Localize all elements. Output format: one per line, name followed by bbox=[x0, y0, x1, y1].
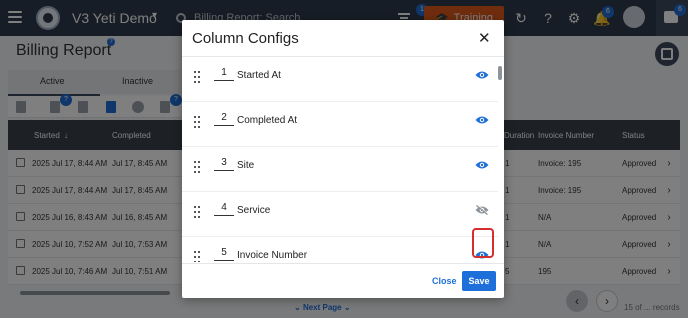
close-icon[interactable]: ✕ bbox=[478, 29, 491, 47]
column-name: Invoice Number bbox=[237, 250, 308, 261]
column-name: Site bbox=[237, 160, 255, 171]
column-list: 1 Started At 2 Completed At 3 Site 4 Ser… bbox=[182, 57, 498, 262]
column-item-completed-at[interactable]: 2 Completed At bbox=[182, 102, 498, 147]
column-order-input[interactable]: 4 bbox=[214, 202, 234, 216]
save-button[interactable]: Save bbox=[462, 271, 496, 291]
scrollbar-thumb[interactable] bbox=[498, 66, 502, 80]
column-item-invoice-number[interactable]: 5 Invoice Number bbox=[182, 237, 498, 262]
highlight-box bbox=[472, 228, 494, 258]
column-name: Service bbox=[237, 205, 271, 216]
drag-handle-icon[interactable] bbox=[194, 116, 200, 128]
column-order-input[interactable]: 3 bbox=[214, 157, 234, 171]
drag-handle-icon[interactable] bbox=[194, 161, 200, 173]
column-order-input[interactable]: 2 bbox=[214, 112, 234, 126]
eye-icon[interactable] bbox=[475, 70, 489, 80]
column-configs-dialog: Column Configs ✕ 1 Started At 2 Complete… bbox=[182, 20, 504, 298]
vertical-scrollbar[interactable] bbox=[498, 60, 502, 260]
column-item-started-at[interactable]: 1 Started At bbox=[182, 57, 498, 102]
drag-handle-icon[interactable] bbox=[194, 251, 200, 262]
drag-handle-icon[interactable] bbox=[194, 71, 200, 83]
column-order-input[interactable]: 5 bbox=[214, 247, 234, 261]
divider bbox=[182, 263, 504, 264]
eye-off-icon[interactable] bbox=[475, 205, 489, 215]
eye-icon[interactable] bbox=[475, 160, 489, 170]
column-item-service[interactable]: 4 Service bbox=[182, 192, 498, 237]
close-button[interactable]: Close bbox=[432, 276, 457, 286]
drag-handle-icon[interactable] bbox=[194, 206, 200, 218]
column-name: Completed At bbox=[237, 115, 298, 126]
column-order-input[interactable]: 1 bbox=[214, 67, 234, 81]
column-item-site[interactable]: 3 Site bbox=[182, 147, 498, 192]
column-name: Started At bbox=[237, 70, 281, 81]
dialog-title: Column Configs bbox=[192, 30, 299, 47]
eye-icon[interactable] bbox=[475, 115, 489, 125]
